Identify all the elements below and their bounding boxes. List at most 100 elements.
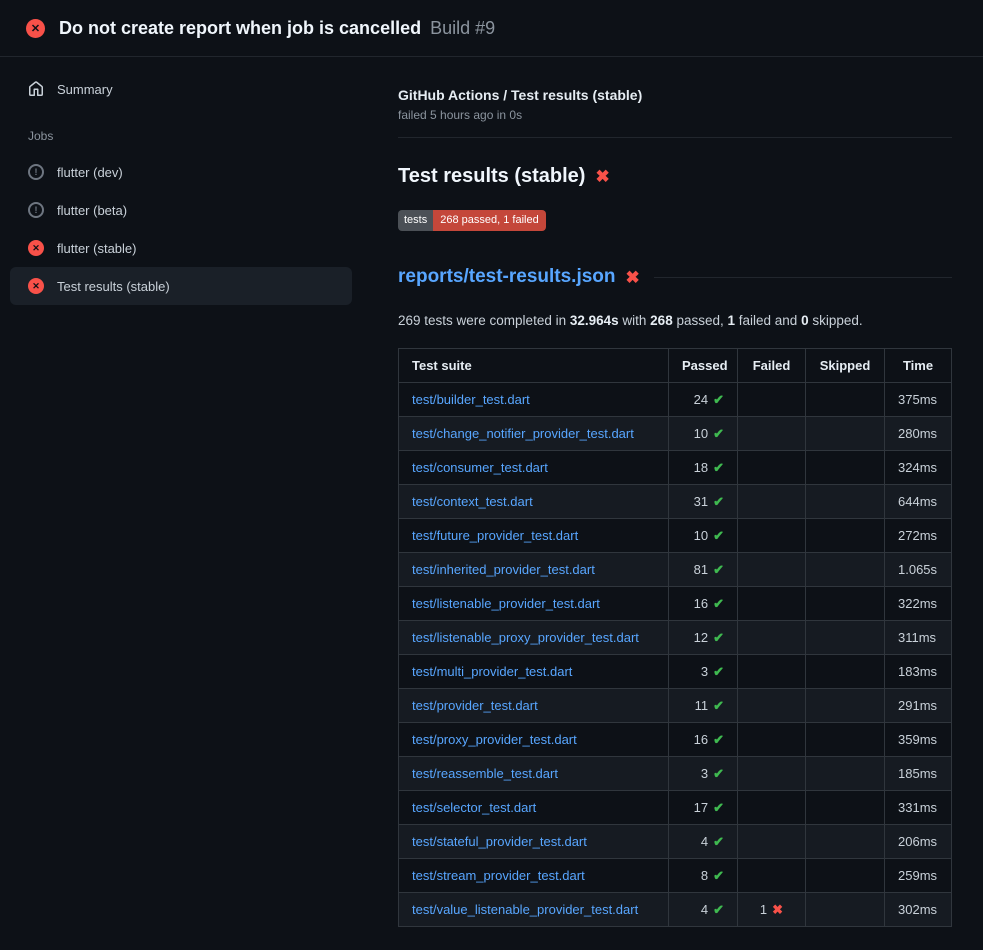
time-cell: 331ms (885, 791, 952, 825)
time-cell: 1.065s (885, 553, 952, 587)
summary-line: 269 tests were completed in 32.964s with… (398, 313, 952, 328)
report-failed-x-icon: ✖ (626, 269, 640, 286)
report-file-link[interactable]: reports/test-results.json (398, 266, 616, 288)
passed-cell: 16 ✔ (669, 587, 738, 621)
test-suite-link[interactable]: test/listenable_provider_test.dart (412, 596, 600, 611)
test-suite-link[interactable]: test/selector_test.dart (412, 800, 536, 815)
test-suite-link[interactable]: test/consumer_test.dart (412, 460, 548, 475)
failed-cell (738, 757, 806, 791)
test-suite-cell: test/multi_provider_test.dart (399, 655, 669, 689)
tests-badge: tests 268 passed, 1 failed (398, 210, 546, 231)
failed-cell (738, 451, 806, 485)
main-content: GitHub Actions / Test results (stable) f… (370, 57, 983, 950)
count-value: 3 (701, 664, 708, 679)
test-suite-link[interactable]: test/change_notifier_provider_test.dart (412, 426, 634, 441)
summary-text-part: 269 tests were completed in (398, 313, 570, 328)
failed-cell (738, 791, 806, 825)
pass-check-icon: ✔ (713, 596, 724, 611)
breadcrumb: GitHub Actions / Test results (stable) (398, 87, 952, 103)
pass-check-icon: ✔ (713, 528, 724, 543)
pass-check-icon: ✔ (713, 800, 724, 815)
test-suite-link[interactable]: test/provider_test.dart (412, 698, 538, 713)
test-suite-cell: test/reassemble_test.dart (399, 757, 669, 791)
pass-check-icon: ✔ (713, 494, 724, 509)
failed-cell (738, 621, 806, 655)
passed-cell: 10 ✔ (669, 519, 738, 553)
check-failed-x-icon: ✖ (595, 168, 609, 185)
test-suite-link[interactable]: test/future_provider_test.dart (412, 528, 578, 543)
test-suite-row: test/listenable_proxy_provider_test.dart… (399, 621, 952, 655)
test-suite-link[interactable]: test/listenable_proxy_provider_test.dart (412, 630, 639, 645)
time-cell: 302ms (885, 893, 952, 927)
build-number: Build #9 (430, 18, 495, 39)
count-value: 17 (694, 800, 708, 815)
passed-cell: 12✔ (669, 621, 738, 655)
pass-check-icon: ✔ (713, 868, 724, 883)
sidebar-job-item[interactable]: ✕ Test results (stable) (10, 267, 352, 305)
results-table: Test suite Passed Failed Skipped Time te… (398, 348, 952, 927)
count-value: 10 (694, 528, 708, 543)
time-cell: 185ms (885, 757, 952, 791)
skipped-cell (806, 689, 885, 723)
sidebar-summary-label: Summary (57, 82, 113, 97)
pass-check-icon: ✔ (713, 732, 724, 747)
summary-text-part: skipped. (809, 313, 863, 328)
test-suite-link[interactable]: test/builder_test.dart (412, 392, 530, 407)
test-suite-link[interactable]: test/multi_provider_test.dart (412, 664, 572, 679)
sidebar-job-item[interactable]: ✕ flutter (stable) (10, 229, 352, 267)
passed-cell: 4✔ (669, 893, 738, 927)
passed-cell: 31 ✔ (669, 485, 738, 519)
sidebar-item-summary[interactable]: Summary (10, 73, 352, 105)
skipped-cell (806, 893, 885, 927)
test-suite-cell: test/selector_test.dart (399, 791, 669, 825)
summary-text-part: 1 (728, 313, 736, 328)
test-suite-cell: test/change_notifier_provider_test.dart (399, 417, 669, 451)
test-suite-row: test/selector_test.dart 17 ✔ 331ms (399, 791, 952, 825)
failed-cell (738, 519, 806, 553)
report-heading: reports/test-results.json ✖ (398, 266, 952, 288)
run-title-group: Do not create report when job is cancell… (59, 18, 495, 39)
count-value: 18 (694, 460, 708, 475)
home-icon (28, 81, 44, 97)
page-header: ✕ Do not create report when job is cance… (0, 0, 983, 57)
check-title: Test results (stable) ✖ (398, 165, 952, 188)
skipped-cell (806, 519, 885, 553)
test-suite-row: test/listenable_provider_test.dart 16✔ 3… (399, 587, 952, 621)
passed-cell: 16✔ (669, 723, 738, 757)
count-value: 16 (694, 596, 708, 611)
test-suite-link[interactable]: test/context_test.dart (412, 494, 533, 509)
sidebar-job-item[interactable]: ! flutter (beta) (10, 191, 352, 229)
jobs-section-label: Jobs (28, 129, 352, 143)
test-suite-link[interactable]: test/proxy_provider_test.dart (412, 732, 577, 747)
test-suite-cell: test/listenable_provider_test.dart (399, 587, 669, 621)
test-suite-row: test/proxy_provider_test.dart 16✔ 359ms (399, 723, 952, 757)
time-cell: 291ms (885, 689, 952, 723)
time-cell: 280ms (885, 417, 952, 451)
heading-rule (654, 277, 952, 278)
table-header-row: Test suite Passed Failed Skipped Time (399, 349, 952, 383)
pass-check-icon: ✔ (713, 630, 724, 645)
failed-cell: 1✖ (738, 893, 806, 927)
summary-text-part: 268 (650, 313, 673, 328)
summary-text-part: failed and (735, 313, 801, 328)
test-suite-cell: test/inherited_provider_test.dart (399, 553, 669, 587)
passed-cell: 24✔ (669, 383, 738, 417)
skipped-cell (806, 825, 885, 859)
test-suite-link[interactable]: test/value_listenable_provider_test.dart (412, 902, 638, 917)
count-value: 24 (694, 392, 708, 407)
count-value: 10 (694, 426, 708, 441)
failed-cell (738, 655, 806, 689)
col-header-passed: Passed (669, 349, 738, 383)
test-suite-row: test/future_provider_test.dart 10✔ 272ms (399, 519, 952, 553)
passed-cell: 3✔ (669, 757, 738, 791)
skipped-cell (806, 451, 885, 485)
test-suite-link[interactable]: test/stateful_provider_test.dart (412, 834, 587, 849)
count-value: 31 (694, 494, 708, 509)
header-divider (398, 137, 952, 138)
time-cell: 324ms (885, 451, 952, 485)
sidebar-job-item[interactable]: ! flutter (dev) (10, 153, 352, 191)
test-suite-link[interactable]: test/stream_provider_test.dart (412, 868, 585, 883)
test-suite-link[interactable]: test/inherited_provider_test.dart (412, 562, 595, 577)
test-suite-link[interactable]: test/reassemble_test.dart (412, 766, 558, 781)
pass-check-icon: ✔ (713, 902, 724, 917)
